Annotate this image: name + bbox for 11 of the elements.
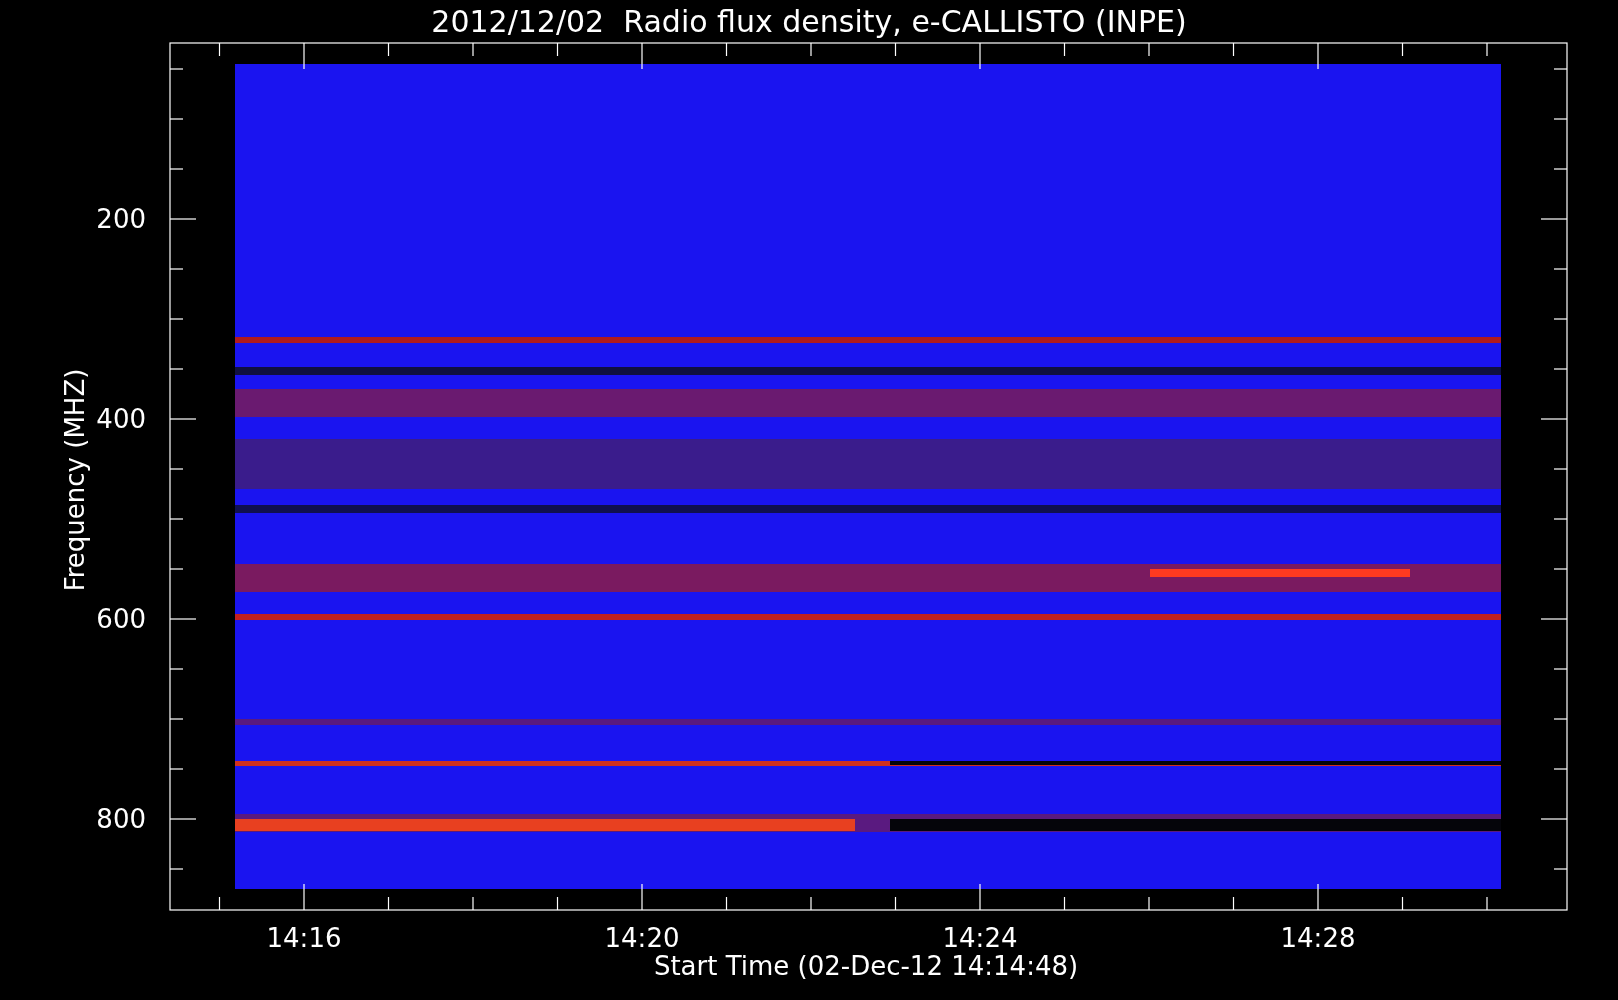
- y-tick-label: 600: [96, 604, 146, 634]
- x-tick-label: 14:16: [266, 923, 342, 953]
- y-tick-label: 800: [96, 804, 146, 834]
- x-tick-label: 14:20: [604, 923, 680, 953]
- x-axis-title: Start Time (02-Dec-12 14:14:48): [653, 951, 1079, 981]
- y-tick-label: 200: [96, 204, 146, 234]
- y-tick-label: 400: [96, 404, 146, 434]
- x-tick-label: 14:28: [1280, 923, 1356, 953]
- chart-title: 2012/12/02 Radio flux density, e-CALLISTO (INPE): [431, 4, 1187, 39]
- y-axis-title: Frequency (MHZ): [60, 368, 90, 592]
- x-tick-label: 14:24: [942, 923, 1018, 953]
